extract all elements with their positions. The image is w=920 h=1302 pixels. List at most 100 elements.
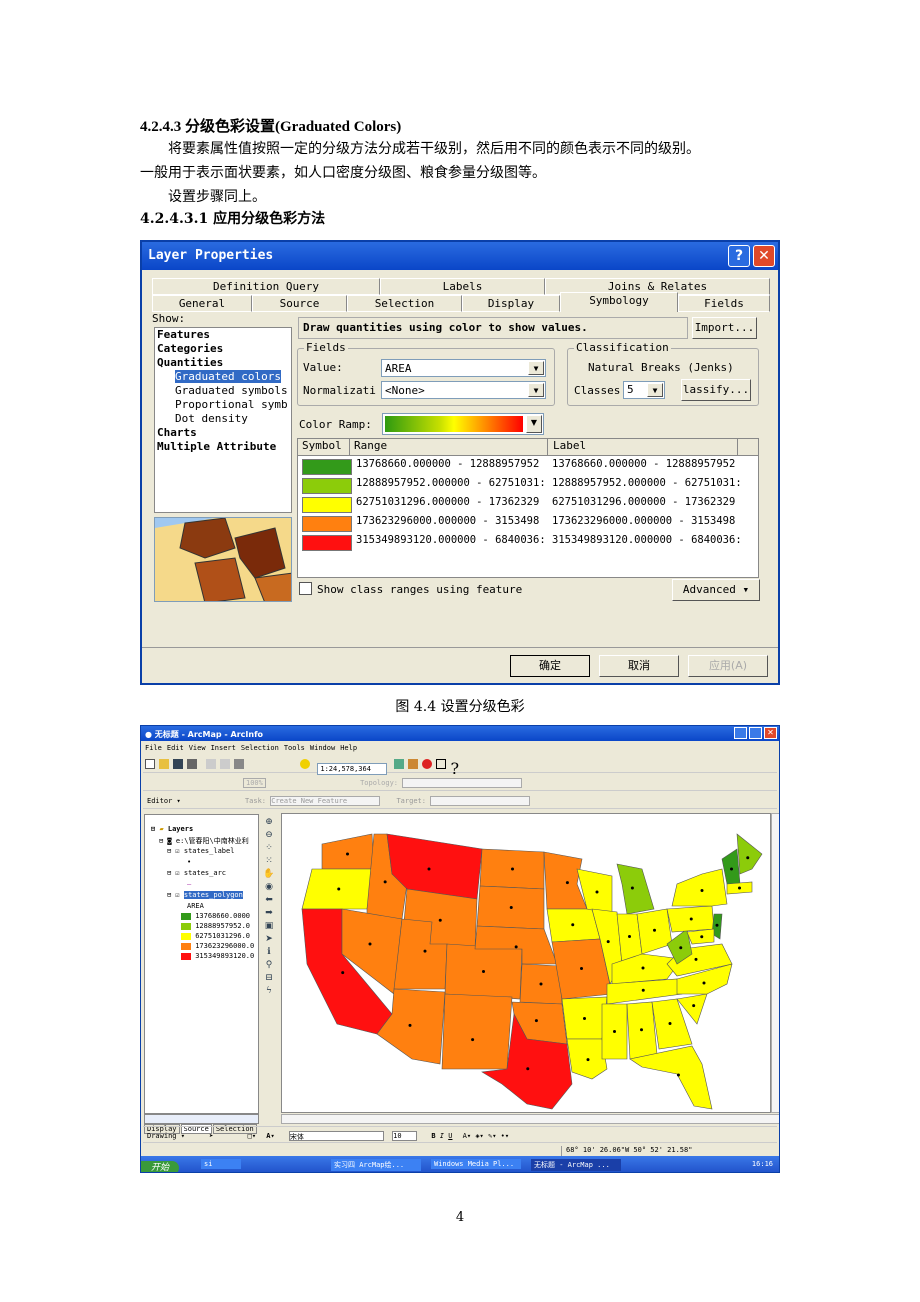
legend-item[interactable]: 173623296000.0 <box>151 942 258 952</box>
task-select[interactable]: Create New Feature <box>270 796 381 806</box>
menu-tools[interactable]: Tools <box>284 744 305 752</box>
copy-icon[interactable] <box>220 759 231 769</box>
text-icon[interactable]: A▾ <box>266 1132 274 1140</box>
legend-item[interactable]: 62751031296.0 <box>151 932 258 942</box>
fill-color-icon[interactable]: ◈▾ <box>475 1132 483 1140</box>
fixed-zoom-in-icon[interactable]: ⁘ <box>261 842 277 855</box>
classes-table[interactable]: Symbol Range Label 13768660.000000 - 128… <box>297 438 759 578</box>
symbol-swatch[interactable] <box>302 478 352 494</box>
back-icon[interactable]: ⬅ <box>261 894 277 907</box>
map-view[interactable] <box>281 813 771 1113</box>
legend-item[interactable]: 13768660.0000 <box>151 912 258 922</box>
symbol-swatch[interactable] <box>302 459 352 475</box>
show-item-multiple-attribute[interactable]: Multiple Attribute <box>155 440 291 454</box>
find-icon[interactable]: ⚲ <box>261 959 277 972</box>
measure-icon[interactable]: ⊟ <box>261 972 277 985</box>
editor-toolbar-icon[interactable] <box>394 759 405 769</box>
save-icon[interactable] <box>173 759 183 769</box>
tab-labels[interactable]: Labels <box>380 278 545 295</box>
new-icon[interactable] <box>145 759 155 769</box>
full-extent-icon[interactable]: ◉ <box>261 881 277 894</box>
fixed-zoom-out-icon[interactable]: ⁙ <box>261 855 277 868</box>
chevron-down-icon[interactable]: ▼ <box>528 361 544 375</box>
vertical-scrollbar[interactable] <box>771 813 779 1113</box>
classify-button[interactable]: lassify... <box>681 379 751 401</box>
italic-icon[interactable]: I <box>440 1132 444 1140</box>
show-item-quantities[interactable]: Quantities <box>155 356 291 370</box>
column-label[interactable]: Label <box>553 439 738 456</box>
underline-icon[interactable]: U <box>448 1132 452 1140</box>
taskbar-item[interactable]: Windows Media Pl... <box>431 1159 521 1169</box>
delete-icon[interactable] <box>248 759 258 769</box>
hyperlink-icon[interactable]: ϟ <box>261 985 277 998</box>
state-washington[interactable] <box>321 833 375 870</box>
toc-root-layers[interactable]: ⊟ ▰ Layers <box>151 825 258 836</box>
paste-icon[interactable] <box>234 759 245 769</box>
start-button[interactable]: 开始 <box>141 1161 180 1172</box>
classes-select[interactable]: 5 ▼ <box>623 381 665 399</box>
print-icon[interactable] <box>187 759 197 769</box>
menu-insert[interactable]: Insert <box>211 744 236 752</box>
horizontal-scrollbar[interactable] <box>281 1114 779 1124</box>
toc-data-frame-path[interactable]: ⊟ ◙ e:\管春阳\中南林业利 <box>151 836 258 847</box>
arctoolbox-icon[interactable] <box>408 759 419 769</box>
column-range[interactable]: Range <box>354 439 548 456</box>
tab-symbology[interactable]: Symbology <box>560 292 678 312</box>
show-item-charts[interactable]: Charts <box>155 426 291 440</box>
editor-menu[interactable]: Editor <box>147 797 172 805</box>
menu-help[interactable]: Help <box>340 744 357 752</box>
show-tree[interactable]: Features Categories Quantities Graduated co… <box>154 327 292 513</box>
zoom-percent[interactable]: 100% <box>243 778 266 788</box>
table-row[interactable]: 173623296000.000000 - 3153498 17362329600… <box>300 515 756 533</box>
topology-select[interactable] <box>402 778 523 788</box>
minimize-button[interactable] <box>734 727 747 739</box>
value-select[interactable]: AREA ▼ <box>381 359 546 377</box>
rectangle-icon[interactable]: □▾ <box>248 1132 256 1140</box>
select-elements-icon[interactable]: ➤ <box>261 933 277 946</box>
menu-selection[interactable]: Selection <box>241 744 279 752</box>
legend-item[interactable]: 315349893120.0 <box>151 952 258 962</box>
forward-icon[interactable]: ➡ <box>261 907 277 920</box>
window-icon[interactable] <box>436 759 447 769</box>
identify-icon[interactable]: ℹ <box>261 946 277 959</box>
menu-window[interactable]: Window <box>310 744 335 752</box>
import-button[interactable]: Import... <box>692 317 757 339</box>
symbol-swatch[interactable] <box>302 535 352 551</box>
tab-selection[interactable]: Selection <box>347 295 462 312</box>
normalization-select[interactable]: <None> ▼ <box>381 381 546 399</box>
ok-button[interactable]: 确定 <box>510 655 590 677</box>
us-states-map[interactable] <box>282 814 772 1114</box>
table-row[interactable]: 13768660.000000 - 12888957952 13768660.00… <box>300 458 756 476</box>
state-new-mexico[interactable] <box>441 993 513 1070</box>
select-arrow-icon[interactable]: ➤ <box>209 1132 213 1140</box>
tab-general[interactable]: General <box>152 295 252 312</box>
show-item-features[interactable]: Features <box>155 328 291 342</box>
state-vermont-nh[interactable] <box>721 848 741 885</box>
tab-source[interactable]: Source <box>252 295 347 312</box>
taskbar-item[interactable]: 实习四 ArcMap绘... <box>331 1159 421 1171</box>
show-item-dot-density[interactable]: Dot density <box>155 412 291 426</box>
symbol-swatch[interactable] <box>302 497 352 513</box>
taskbar-item[interactable]: si <box>201 1159 241 1169</box>
taskbar-item[interactable]: 无标题 - ArcMap ... <box>531 1159 621 1171</box>
chevron-down-icon[interactable]: ▼ <box>528 383 544 397</box>
zoom-in-icon[interactable]: ⊕ <box>261 816 277 829</box>
toc-layer-states-polygon[interactable]: ⊟ ☑ states_polygon <box>151 891 258 902</box>
help-icon[interactable]: ? <box>728 245 750 267</box>
font-select[interactable]: 宋体 <box>288 1131 384 1141</box>
show-item-proportional-symb[interactable]: Proportional symb <box>155 398 291 412</box>
toc-layer-states-arc[interactable]: ⊟ ☑ states_arc <box>151 869 258 880</box>
add-data-icon[interactable] <box>300 759 311 769</box>
color-ramp-select[interactable]: ▼ <box>382 413 544 435</box>
column-symbol[interactable]: Symbol <box>298 439 350 456</box>
apply-button[interactable]: 应用(A) <box>688 655 768 677</box>
show-item-graduated-colors[interactable]: Graduated colors <box>155 370 291 384</box>
legend-item[interactable]: 12888957952.0 <box>151 922 258 932</box>
state-arizona[interactable] <box>376 988 446 1065</box>
chevron-down-icon[interactable]: ▼ <box>526 415 542 433</box>
arctoolbox-red-icon[interactable] <box>422 759 433 769</box>
font-color-icon[interactable]: A▾ <box>463 1132 471 1140</box>
state-maine[interactable] <box>736 833 763 875</box>
close-icon[interactable]: ✕ <box>753 245 775 267</box>
state-new-york[interactable] <box>671 868 728 907</box>
